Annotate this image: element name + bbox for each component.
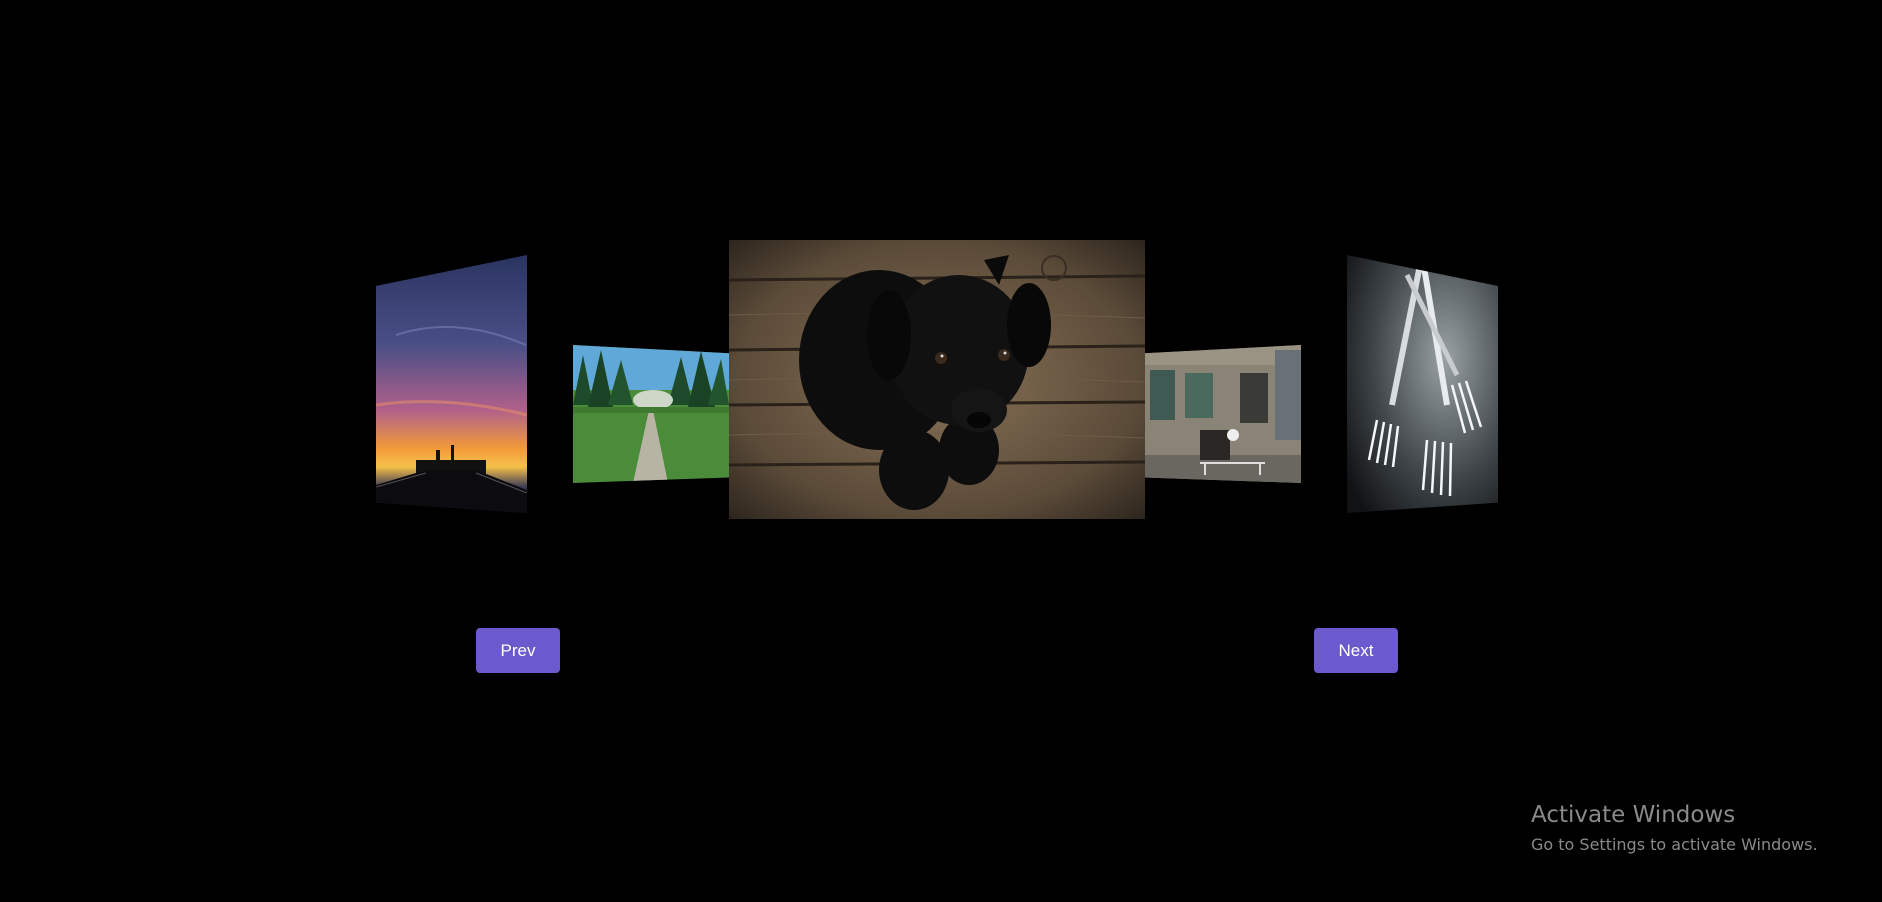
black-puppy-image[interactable] [729,240,1145,519]
watermark-subtitle: Go to Settings to activate Windows. [1531,835,1818,854]
sunset-pier-graphic [376,255,527,513]
activate-windows-watermark: Activate Windows Go to Settings to activ… [1531,800,1818,858]
old-building-graphic [1145,345,1301,483]
old-building-image[interactable] [1145,345,1301,483]
forest-path-graphic [573,345,729,483]
prev-button[interactable]: Prev [476,628,560,673]
sunset-pier-image[interactable] [376,255,527,513]
black-puppy-graphic [729,240,1145,519]
next-button[interactable]: Next [1314,628,1398,673]
forks-image[interactable] [1347,255,1498,513]
forest-path-image[interactable] [573,345,729,483]
watermark-title: Activate Windows [1531,802,1736,828]
carousel-stage: Prev Next Activate Windows Go to Setting… [0,0,1882,902]
forks-graphic [1347,255,1498,513]
